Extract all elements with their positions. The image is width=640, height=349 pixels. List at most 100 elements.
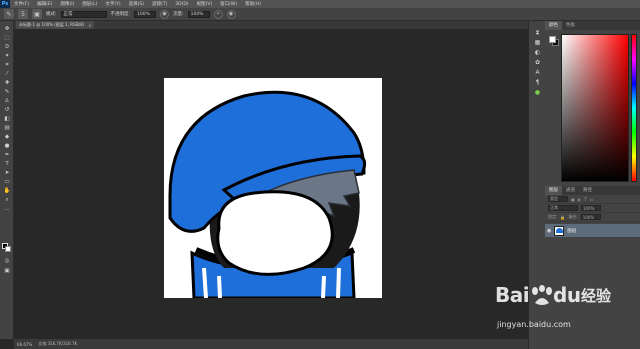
character-panel-icon[interactable]: A — [533, 69, 542, 77]
more-tools-icon[interactable]: … — [2, 205, 12, 213]
crop-tool-icon[interactable]: ⌗ — [2, 61, 12, 69]
menu-edit[interactable]: 编辑(E) — [33, 1, 56, 7]
brush-preset-picker[interactable]: 5 — [18, 9, 28, 19]
properties-panel-icon[interactable]: ▦ — [533, 39, 542, 47]
menu-file[interactable]: 文件(F) — [10, 1, 33, 7]
eyedropper-tool-icon[interactable]: ⁄ — [2, 70, 12, 78]
airbrush-icon[interactable]: ✧ — [213, 9, 223, 19]
pressure-size-icon[interactable]: ◉ — [226, 9, 236, 19]
filter-shape-icon[interactable]: ▭ — [590, 197, 594, 202]
history-brush-icon[interactable]: ↺ — [2, 106, 12, 114]
hand-tool-icon[interactable]: ✋ — [2, 187, 12, 195]
document-tab[interactable]: 未标题-1 @ 100% (图层 1, RGB/8) × — [16, 21, 94, 29]
pressure-opacity-icon[interactable]: ◉ — [160, 9, 170, 19]
panel-foreground-swatch[interactable] — [549, 36, 556, 43]
layer-opacity-input[interactable]: 100% — [581, 205, 601, 211]
opacity-label: 不透明度: — [110, 12, 131, 17]
color-panel — [545, 30, 640, 186]
shape-tool-icon[interactable]: ▭ — [2, 178, 12, 186]
lock-icon[interactable]: 🔒 — [560, 215, 565, 220]
dodge-tool-icon[interactable]: ● — [2, 142, 12, 150]
layer-name[interactable]: 图层 — [567, 228, 576, 234]
marquee-tool-icon[interactable]: ⬚ — [2, 34, 12, 42]
menu-window[interactable]: 窗口(W) — [216, 1, 241, 7]
document-tab-label: 未标题-1 @ 100% (图层 1, RGB/8) — [19, 22, 85, 27]
paragraph-panel-icon[interactable]: ¶ — [533, 79, 542, 87]
quick-select-tool-icon[interactable]: ✦ — [2, 52, 12, 60]
filter-adjust-icon[interactable]: ◐ — [578, 197, 582, 202]
menu-type[interactable]: 文字(Y) — [101, 1, 124, 7]
adjustments-panel-icon[interactable]: ◐ — [533, 49, 542, 57]
close-icon[interactable]: × — [88, 23, 91, 28]
fill-label: 填充: — [568, 214, 578, 219]
layer-lock-row: 锁定: 🔒 填充: 100% — [545, 213, 640, 222]
move-tool-icon[interactable]: ✥ — [2, 25, 12, 33]
tab-layers[interactable]: 图层 — [545, 186, 562, 195]
healing-tool-icon[interactable]: ✚ — [2, 79, 12, 87]
path-select-tool-icon[interactable]: ➤ — [2, 169, 12, 177]
text-tool-icon[interactable]: T — [2, 160, 12, 168]
tab-color[interactable]: 颜色 — [545, 21, 562, 30]
filter-pixel-icon[interactable]: ▣ — [571, 197, 575, 202]
mode-label: 模式: — [46, 12, 57, 17]
menu-filter[interactable]: 滤镜(T) — [148, 1, 171, 7]
brush-panel-icon[interactable]: ▣ — [32, 9, 42, 19]
blend-mode-select[interactable]: 正常 — [548, 205, 578, 211]
watermark-brand-suffix: du — [553, 283, 581, 307]
document-info: 文档:316.7K/316.7K — [38, 341, 78, 346]
tab-channels[interactable]: 通道 — [562, 186, 579, 195]
fill-input[interactable]: 100% — [580, 214, 601, 220]
menu-help[interactable]: 帮助(H) — [241, 1, 265, 7]
menu-layer[interactable]: 图层(L) — [78, 1, 101, 7]
tools-panel: ✥ ⬚ ᘐ ✦ ⌗ ⁄ ✚ ✎ ♙ ↺ ◧ ▤ ◆ ● ✒ T ➤ ▭ ✋ ⌕ … — [0, 21, 14, 339]
options-bar: ✎ 5 ▣ 模式: 正常 不透明度: 100% ◉ 流量: 100% ✧ ◉ — [0, 8, 640, 21]
flow-label: 流量: — [173, 12, 184, 17]
opacity-input[interactable]: 100% — [134, 10, 157, 18]
brush-tool-icon[interactable]: ✎ — [2, 88, 12, 96]
watermark-url: jingyan.baidu.com — [497, 320, 571, 329]
zoom-tool-icon[interactable]: ⌕ — [2, 196, 12, 204]
layer-filter-select[interactable]: 类型 — [548, 196, 568, 202]
baidu-jingyan-watermark: Bai du 经验 jingyan.baidu.com — [495, 275, 635, 345]
history-panel-icon[interactable]: ⧗ — [533, 29, 542, 37]
lock-label: 锁定: — [548, 214, 558, 219]
mode-select[interactable]: 正常 — [60, 10, 107, 18]
blur-tool-icon[interactable]: ◆ — [2, 133, 12, 141]
background-color-swatch[interactable] — [5, 246, 11, 252]
eraser-tool-icon[interactable]: ◧ — [2, 115, 12, 123]
menu-3d[interactable]: 3D(D) — [171, 2, 192, 7]
menu-select[interactable]: 选择(S) — [125, 1, 148, 7]
screen-mode-icon[interactable]: ▣ — [2, 267, 12, 275]
quick-mask-icon[interactable]: ◎ — [2, 257, 12, 265]
layer-thumbnail — [554, 225, 565, 236]
menu-image[interactable]: 图像(I) — [56, 1, 78, 7]
gradient-tool-icon[interactable]: ▤ — [2, 124, 12, 132]
brush-size: 5 — [21, 10, 25, 18]
lasso-tool-icon[interactable]: ᘐ — [2, 43, 12, 51]
document-tab-bar: 未标题-1 @ 100% (图层 1, RGB/8) × — [14, 21, 528, 29]
zoom-level[interactable]: 66.67% — [17, 342, 32, 347]
color-picker-field[interactable] — [561, 34, 629, 182]
tab-swatches[interactable]: 色板 — [562, 21, 579, 30]
filter-text-icon[interactable]: T — [584, 197, 586, 202]
status-bar: 66.67% 文档:316.7K/316.7K — [14, 339, 528, 349]
styles-panel-icon[interactable]: ✿ — [533, 59, 542, 67]
pen-tool-icon[interactable]: ✒ — [2, 151, 12, 159]
libraries-panel-icon[interactable]: ● — [533, 89, 542, 97]
eye-icon[interactable]: ◉ — [547, 228, 551, 234]
layer-blend-row: 正常 100% — [545, 204, 640, 213]
tab-paths[interactable]: 路径 — [579, 186, 596, 195]
flow-input[interactable]: 100% — [187, 10, 210, 18]
canvas-area[interactable] — [14, 29, 528, 339]
photoshop-logo: Ps — [0, 0, 10, 8]
stamp-tool-icon[interactable]: ♙ — [2, 97, 12, 105]
menu-view[interactable]: 视图(V) — [193, 1, 217, 7]
paw-logo-icon — [532, 285, 552, 305]
brush-tool-icon[interactable]: ✎ — [4, 9, 14, 19]
helmet-artwork — [168, 90, 367, 298]
document-canvas[interactable] — [164, 78, 382, 298]
layer-row[interactable]: ◉ 图层 — [545, 224, 640, 237]
menu-bar: Ps 文件(F) 编辑(E) 图像(I) 图层(L) 文字(Y) 选择(S) 滤… — [0, 0, 640, 8]
layer-filter-row: 类型 ▣ ◐ T ▭ — [545, 195, 640, 204]
hue-slider[interactable] — [631, 34, 637, 182]
